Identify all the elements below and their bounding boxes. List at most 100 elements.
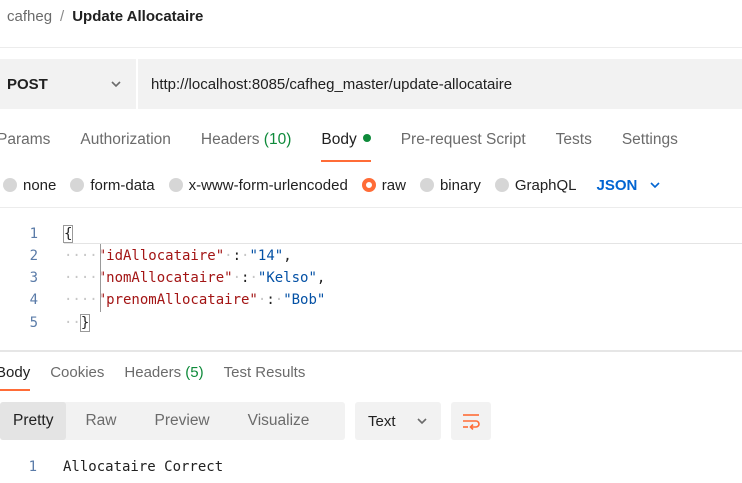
response-tabs: Body Cookies Headers (5) Test Results — [0, 361, 325, 391]
breadcrumb: cafheg / Update Allocataire — [7, 8, 203, 25]
response-divider[interactable] — [0, 350, 742, 352]
tab-params[interactable]: Params — [0, 128, 50, 162]
json-value: "Kelso" — [257, 270, 317, 286]
json-key: "prenomAllocataire" — [97, 292, 258, 308]
radio-raw-label: raw — [381, 176, 406, 194]
radio-binary-label: binary — [439, 176, 481, 194]
json-value: "14" — [249, 248, 284, 264]
editor-line: 3 ····"nomAllocataire"·:·"Kelso", — [0, 267, 742, 289]
breadcrumb-collection[interactable]: cafheg — [7, 8, 52, 25]
radio-graphql-circle — [494, 178, 509, 192]
header-divider — [0, 47, 742, 48]
response-tab-cookies[interactable]: Cookies — [50, 361, 104, 391]
response-tab-test-results-label: Test Results — [223, 364, 306, 381]
indent-guide — [100, 244, 101, 312]
wrap-lines-icon — [463, 414, 480, 430]
response-headers-count: (5) — [185, 364, 204, 381]
url-input[interactable]: http://localhost:8085/cafheg_master/upda… — [138, 59, 742, 109]
request-title[interactable]: Update Allocataire — [72, 8, 203, 25]
view-pretty[interactable]: Pretty — [0, 402, 67, 440]
radio-form-data[interactable]: form-data — [70, 176, 155, 194]
tab-settings[interactable]: Settings — [622, 128, 678, 162]
view-preview[interactable]: Preview — [136, 402, 229, 440]
view-raw[interactable]: Raw — [66, 402, 135, 440]
response-view-segmented: Pretty Raw Preview Visualize — [0, 402, 345, 440]
code-line: ····"idAllocataire"·:·"14", — [64, 248, 292, 264]
chevron-down-icon — [650, 182, 660, 189]
json-comma: , — [283, 248, 292, 264]
chevron-down-icon — [417, 418, 427, 425]
radio-none[interactable]: none — [3, 177, 56, 194]
method-label: POST — [7, 75, 48, 93]
tab-headers-label: Headers — [200, 131, 260, 148]
whitespace-dot: · — [224, 248, 233, 264]
view-visualize[interactable]: Visualize — [229, 402, 329, 440]
tab-prerequest-label: Pre-request Script — [400, 131, 526, 148]
code-line: { — [62, 225, 74, 243]
json-key: "idAllocataire" — [97, 248, 225, 264]
current-line-highlight — [64, 243, 742, 244]
body-indicator-dot — [362, 133, 371, 142]
radio-graphql[interactable]: GraphQL — [494, 176, 577, 194]
editor-line: 2 ····"idAllocataire"·:·"14", — [0, 245, 742, 267]
format-label: JSON — [596, 176, 638, 194]
line-number: 3 — [29, 270, 38, 286]
response-tab-test-results[interactable]: Test Results — [224, 361, 306, 391]
tab-authorization-label: Authorization — [80, 131, 171, 148]
code-line: ····"prenomAllocataire"·:·"Bob" — [64, 292, 326, 308]
response-tab-headers-label: Headers — [124, 364, 182, 381]
line-number: 1 — [28, 459, 37, 475]
editor-line: 1 { — [0, 223, 742, 245]
radio-form-data-circle — [70, 178, 85, 192]
radio-urlencoded-circle — [168, 178, 183, 192]
format-dropdown[interactable]: JSON — [597, 177, 662, 194]
response-text: Allocataire Correct — [63, 459, 224, 475]
wrap-lines-button[interactable] — [451, 402, 491, 440]
tab-body-label: Body — [321, 131, 357, 148]
request-body-editor[interactable]: 1 { 2 ····"idAllocataire"·:·"14", 3 ····… — [0, 220, 742, 340]
radio-urlencoded[interactable]: x-www-form-urlencoded — [168, 176, 348, 194]
indent-whitespace: ···· — [64, 292, 98, 308]
tab-authorization[interactable]: Authorization — [80, 128, 170, 162]
tab-params-label: Params — [0, 131, 51, 148]
body-type-selector: none form-data x-www-form-urlencoded raw… — [3, 174, 661, 196]
json-key: "nomAllocataire" — [97, 270, 233, 286]
editor-line: 4 ····"prenomAllocataire"·:·"Bob" — [0, 289, 742, 311]
indent-whitespace: ···· — [64, 248, 98, 264]
radio-raw[interactable]: raw — [361, 176, 406, 194]
breadcrumb-separator: / — [60, 8, 65, 25]
response-tab-headers[interactable]: Headers (5) — [124, 361, 203, 391]
json-comma: , — [316, 270, 326, 286]
response-tab-cookies-label: Cookies — [50, 364, 105, 381]
request-tabs: Params Authorization Headers (10) Body P… — [0, 128, 708, 162]
response-format-dropdown[interactable]: Text — [355, 402, 441, 440]
tab-body[interactable]: Body — [321, 128, 372, 162]
request-bar: POST http://localhost:8085/cafheg_master… — [0, 59, 742, 109]
code-line: ····"nomAllocataire"·:·"Kelso", — [64, 270, 326, 286]
close-brace: } — [79, 314, 91, 332]
tab-settings-label: Settings — [621, 131, 678, 148]
tab-prerequest-script[interactable]: Pre-request Script — [401, 128, 526, 162]
indent-whitespace: ···· — [64, 270, 98, 286]
method-select[interactable]: POST — [0, 59, 136, 109]
radio-urlencoded-label: x-www-form-urlencoded — [188, 176, 348, 194]
tab-tests-label: Tests — [555, 131, 592, 148]
tab-tests[interactable]: Tests — [556, 128, 592, 162]
radio-none-circle — [3, 178, 17, 192]
radio-binary-circle — [419, 178, 434, 192]
response-tab-body[interactable]: Body — [0, 361, 31, 391]
radio-graphql-label: GraphQL — [514, 176, 577, 194]
radio-form-data-label: form-data — [90, 176, 155, 194]
tab-headers-count: (10) — [263, 131, 292, 148]
radio-raw-circle — [361, 178, 376, 192]
chevron-down-icon — [111, 81, 121, 88]
line-number: 4 — [29, 292, 38, 308]
code-line: ··} — [64, 314, 91, 332]
tab-headers[interactable]: Headers (10) — [201, 128, 291, 162]
line-number: 5 — [29, 315, 38, 331]
open-brace: { — [62, 225, 74, 243]
editor-line: 5 ··} — [0, 312, 742, 334]
radio-none-label: none — [23, 176, 57, 194]
body-type-divider — [0, 207, 742, 208]
radio-binary[interactable]: binary — [419, 176, 481, 194]
